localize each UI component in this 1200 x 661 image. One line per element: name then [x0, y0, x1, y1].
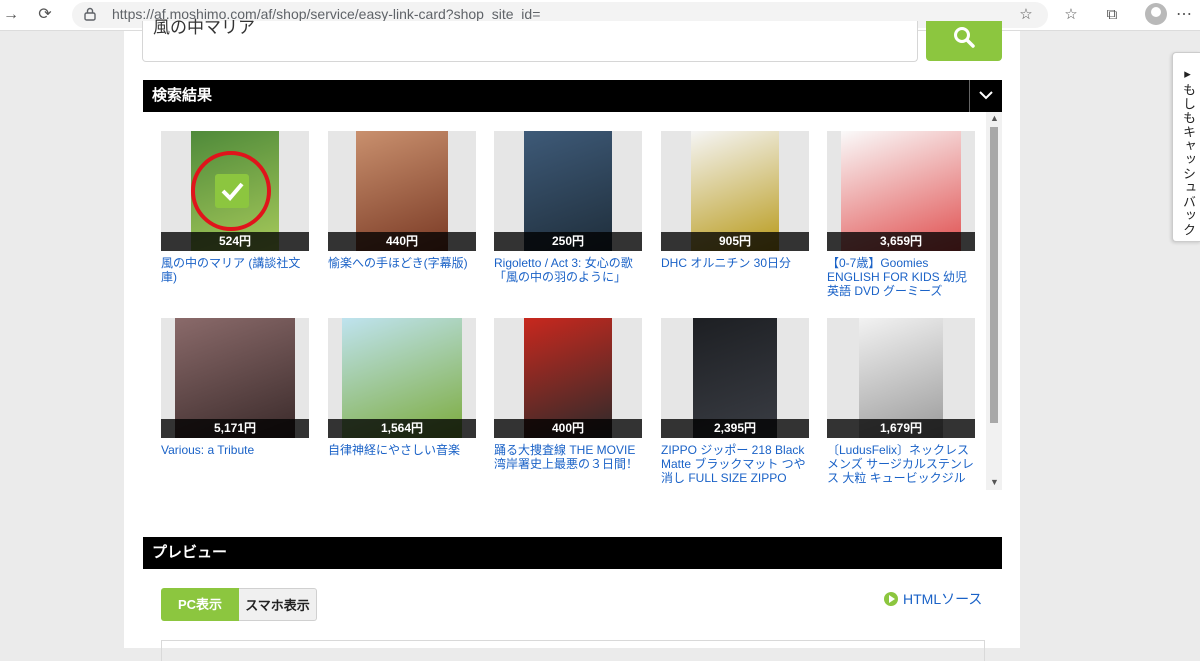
product-thumbnail[interactable]: 2,395円 [661, 318, 809, 438]
search-query: 風の中マリア [153, 18, 255, 37]
product-thumbnail[interactable]: 250円 [494, 131, 642, 251]
back-icon[interactable]: → [0, 4, 22, 26]
search-button[interactable] [926, 21, 1002, 61]
product-thumbnail[interactable]: 524円 [161, 131, 309, 251]
lock-icon [84, 7, 96, 21]
product-price: 524円 [161, 232, 309, 251]
html-source-label: HTMLソース [903, 591, 983, 607]
product-title-link[interactable]: Rigoletto / Act 3: 女心の歌「風の中の羽のように」 [494, 256, 642, 284]
cashback-side-tab[interactable]: ▸もしもキャッシュバック [1172, 52, 1200, 242]
product-title-link[interactable]: 愉楽への手ほどき(字幕版) [328, 256, 476, 270]
product-title-link[interactable]: ZIPPO ジッポー 218 Black Matte ブラックマット つや消し … [661, 443, 809, 485]
html-source-link[interactable]: HTMLソース [884, 589, 982, 609]
product-price: 5,171円 [161, 419, 309, 438]
product-title-link[interactable]: 〔LudusFelix〕ネックレス メンズ サージカルステンレス 大粒 キュービ… [827, 443, 975, 485]
product-title-link[interactable]: 【0-7歳】Goomies ENGLISH FOR KIDS 幼児英語 DVD … [827, 256, 975, 298]
product-title-link[interactable]: DHC オルニチン 30日分 [661, 256, 809, 270]
preview-heading: プレビュー [152, 544, 228, 561]
results-header: 検索結果 [143, 80, 1002, 112]
add-favorite-icon[interactable]: ☆ [1015, 4, 1037, 26]
product-title-link[interactable]: Various: a Tribute [161, 443, 309, 457]
product-price: 905円 [661, 232, 809, 251]
page-container: 風の中マリア 検索結果 524円風の中のマリア (講談社文庫) 440円愉楽への手… [124, 18, 1020, 661]
scroll-down-icon[interactable]: ▼ [990, 477, 999, 487]
product-price: 2,395円 [661, 419, 809, 438]
product-thumbnail[interactable]: 1,564円 [328, 318, 476, 438]
product-thumbnail[interactable]: 905円 [661, 131, 809, 251]
product-price: 1,564円 [328, 419, 476, 438]
scroll-up-icon[interactable]: ▲ [990, 113, 999, 123]
collapse-button[interactable] [969, 80, 1002, 112]
chevron-down-icon [979, 91, 993, 100]
product-price: 400円 [494, 419, 642, 438]
tab-smartphone-view[interactable]: スマホ表示 [239, 588, 317, 621]
more-menu-icon[interactable]: ⋯ [1176, 4, 1192, 24]
product-thumbnail[interactable]: 5,171円 [161, 318, 309, 438]
results-panel: 524円風の中のマリア (講談社文庫) 440円愉楽への手ほどき(字幕版) 250円… [143, 112, 1002, 490]
product-price: 3,659円 [827, 232, 975, 251]
product-title-link[interactable]: 踊る大捜査線 THE MOVIE 湾岸署史上最悪の３日間！ [494, 443, 642, 471]
cashback-label: ▸もしもキャッシュバック [1181, 67, 1196, 237]
product-price: 440円 [328, 232, 476, 251]
highlight-circle [191, 151, 271, 231]
results-scrollbar[interactable]: ▲ ▼ [986, 112, 1002, 490]
collections-icon[interactable]: ⧉ [1101, 4, 1123, 26]
product-price: 250円 [494, 232, 642, 251]
search-icon [954, 27, 975, 48]
product-thumbnail[interactable]: 440円 [328, 131, 476, 251]
results-heading: 検索結果 [152, 87, 213, 104]
product-title-link[interactable]: 自律神経にやさしい音楽 [328, 443, 476, 457]
tab-pc-view[interactable]: PC表示 [161, 588, 239, 621]
profile-avatar[interactable] [1145, 3, 1167, 25]
product-thumbnail[interactable]: 1,679円 [827, 318, 975, 438]
preview-header: プレビュー [143, 537, 1002, 569]
product-title-link[interactable]: 風の中のマリア (講談社文庫) [161, 256, 309, 284]
product-thumbnail[interactable]: 3,659円 [827, 131, 975, 251]
favorites-icon[interactable]: ☆ [1060, 4, 1082, 26]
reload-icon[interactable]: ⟳ [34, 4, 56, 26]
preview-box [161, 640, 985, 661]
search-input[interactable]: 風の中マリア [142, 18, 918, 62]
play-circle-icon [884, 592, 898, 606]
scroll-thumb[interactable] [990, 127, 998, 423]
product-thumbnail[interactable]: 400円 [494, 318, 642, 438]
product-price: 1,679円 [827, 419, 975, 438]
